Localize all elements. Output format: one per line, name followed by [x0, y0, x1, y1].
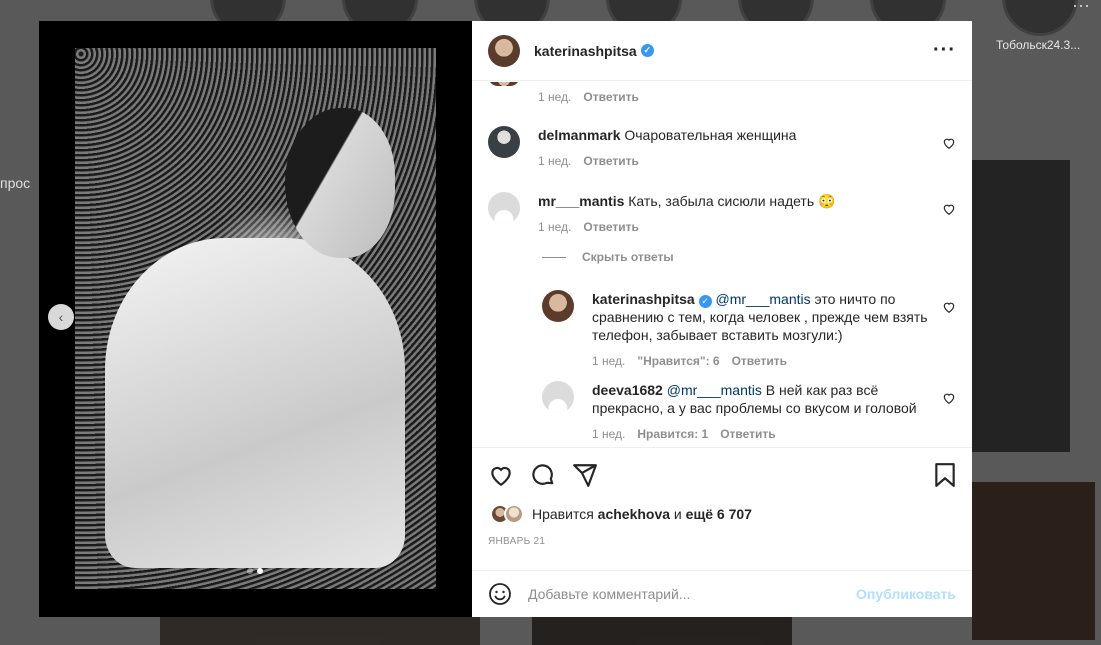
- reply-username[interactable]: deeva1682: [592, 382, 663, 398]
- bookmark-icon[interactable]: [934, 462, 956, 488]
- post-media: ‹: [39, 21, 472, 617]
- post-photo[interactable]: [75, 48, 436, 589]
- hide-replies-button[interactable]: Скрыть ответы: [542, 250, 674, 264]
- post-date[interactable]: ЯНВАРЬ 21: [488, 536, 545, 547]
- reply-mention[interactable]: @mr___mantis: [716, 291, 811, 307]
- comment-meta: 1 нед. Ответить: [538, 88, 956, 106]
- comments-list[interactable]: 1 нед. Ответить delmanmark Очаровательна…: [472, 82, 972, 448]
- reply-button[interactable]: Ответить: [720, 425, 775, 443]
- photo-figure: [105, 238, 405, 568]
- reply: katerinashpitsa ✓ @mr___mantis это ничто…: [542, 290, 956, 370]
- reply-button[interactable]: Ответить: [732, 352, 787, 370]
- like-comment-icon[interactable]: [942, 136, 956, 150]
- like-comment-icon[interactable]: [942, 202, 956, 216]
- comment-body: mr___mantis Кать, забыла сисюли надеть 😳…: [538, 192, 932, 236]
- more-horizontal-icon[interactable]: ···: [933, 39, 956, 62]
- post-modal: ‹ katerinashpitsa ✓ ··· 1 нед. Ответить: [39, 21, 972, 617]
- comment-avatar[interactable]: [488, 192, 520, 224]
- comment-time[interactable]: 1 нед.: [538, 152, 571, 170]
- likes-summary: Нравится achekhova и ещё 6 707: [490, 504, 752, 524]
- reply-button[interactable]: Ответить: [583, 218, 638, 236]
- likes-prefix: Нравится: [532, 506, 598, 522]
- reply-time[interactable]: 1 нед.: [592, 352, 625, 370]
- author-username[interactable]: katerinashpitsa: [534, 43, 637, 59]
- reply-likes[interactable]: Нравится: 1: [637, 425, 708, 443]
- comment: delmanmark Очаровательная женщина 1 нед.…: [488, 126, 956, 170]
- likes-conjunction: и: [670, 506, 686, 522]
- background-text: прос: [0, 175, 31, 191]
- comment-composer: Добавьте комментарий... Опубликовать: [472, 570, 972, 617]
- verified-badge-icon: ✓: [698, 294, 712, 308]
- comment-time[interactable]: 1 нед.: [538, 88, 571, 106]
- reply-avatar[interactable]: [542, 290, 574, 322]
- comment-body: delmanmark Очаровательная женщина 1 нед.…: [538, 126, 932, 170]
- comment-text: Кать, забыла сисюли надеть 😳: [628, 193, 836, 209]
- comment-username[interactable]: mr___mantis: [538, 193, 624, 209]
- reply-likes[interactable]: "Нравится": 6: [637, 352, 719, 370]
- carousel-dots: [247, 568, 263, 574]
- comment-avatar[interactable]: [488, 82, 520, 86]
- likes-text: Нравится achekhova и ещё 6 707: [532, 506, 752, 522]
- comment-avatar[interactable]: [488, 126, 520, 158]
- comment: mr___mantis Кать, забыла сисюли надеть 😳…: [488, 192, 956, 236]
- comment-text: Очаровательная женщина: [624, 127, 797, 143]
- share-icon[interactable]: [572, 462, 598, 488]
- carousel-dot-active: [257, 568, 263, 574]
- comment-meta: 1 нед. Ответить: [538, 218, 932, 236]
- post-details-panel: katerinashpitsa ✓ ··· 1 нед. Ответить de…: [472, 21, 972, 617]
- like-comment-icon[interactable]: [942, 300, 956, 314]
- comment: 1 нед. Ответить: [488, 82, 956, 106]
- liker-username[interactable]: achekhova: [598, 506, 670, 522]
- author-avatar[interactable]: [488, 34, 520, 67]
- reply: deeva1682 @mr___mantis В ней как раз всё…: [542, 381, 956, 443]
- chevron-left-icon[interactable]: ‹: [48, 304, 74, 330]
- comment-icon[interactable]: [530, 462, 556, 488]
- verified-badge-icon: ✓: [640, 44, 654, 57]
- post-actions: [488, 461, 956, 489]
- reply-meta: 1 нед. Нравится: 1 Ответить: [592, 425, 932, 443]
- photo-figure-head: [285, 108, 395, 258]
- hide-replies-label[interactable]: Скрыть ответы: [582, 250, 674, 264]
- reply-mention[interactable]: @mr___mantis: [667, 382, 762, 398]
- liker-avatar[interactable]: [504, 504, 524, 524]
- reply-body: katerinashpitsa ✓ @mr___mantis это ничто…: [592, 290, 932, 370]
- reply-username[interactable]: katerinashpitsa: [592, 291, 695, 307]
- reply-button[interactable]: Ответить: [583, 152, 638, 170]
- carousel-dot: [247, 568, 253, 574]
- story-label[interactable]: Тобольск24.3...: [996, 38, 1080, 52]
- reply-button[interactable]: Ответить: [583, 88, 638, 106]
- likes-count[interactable]: ещё 6 707: [686, 506, 752, 522]
- reply-avatar[interactable]: [542, 381, 574, 413]
- comment-input[interactable]: Добавьте комментарий...: [528, 586, 856, 602]
- comment-username[interactable]: delmanmark: [538, 127, 620, 143]
- emoji-icon[interactable]: [488, 582, 512, 606]
- comment-body: 1 нед. Ответить: [538, 82, 956, 106]
- comment-meta: 1 нед. Ответить: [538, 152, 932, 170]
- post-comment-button[interactable]: Опубликовать: [856, 586, 956, 602]
- author-name[interactable]: katerinashpitsa ✓: [534, 43, 654, 59]
- like-comment-icon[interactable]: [942, 391, 956, 405]
- post-header: katerinashpitsa ✓ ···: [472, 21, 972, 81]
- more-icon[interactable]: ⋯: [1072, 0, 1090, 17]
- heart-icon[interactable]: [488, 462, 514, 488]
- divider-line: [542, 256, 566, 258]
- reply-meta: 1 нед. "Нравится": 6 Ответить: [592, 352, 932, 370]
- comment-time[interactable]: 1 нед.: [538, 218, 571, 236]
- reply-time[interactable]: 1 нед.: [592, 425, 625, 443]
- reply-body: deeva1682 @mr___mantis В ней как раз всё…: [592, 381, 932, 443]
